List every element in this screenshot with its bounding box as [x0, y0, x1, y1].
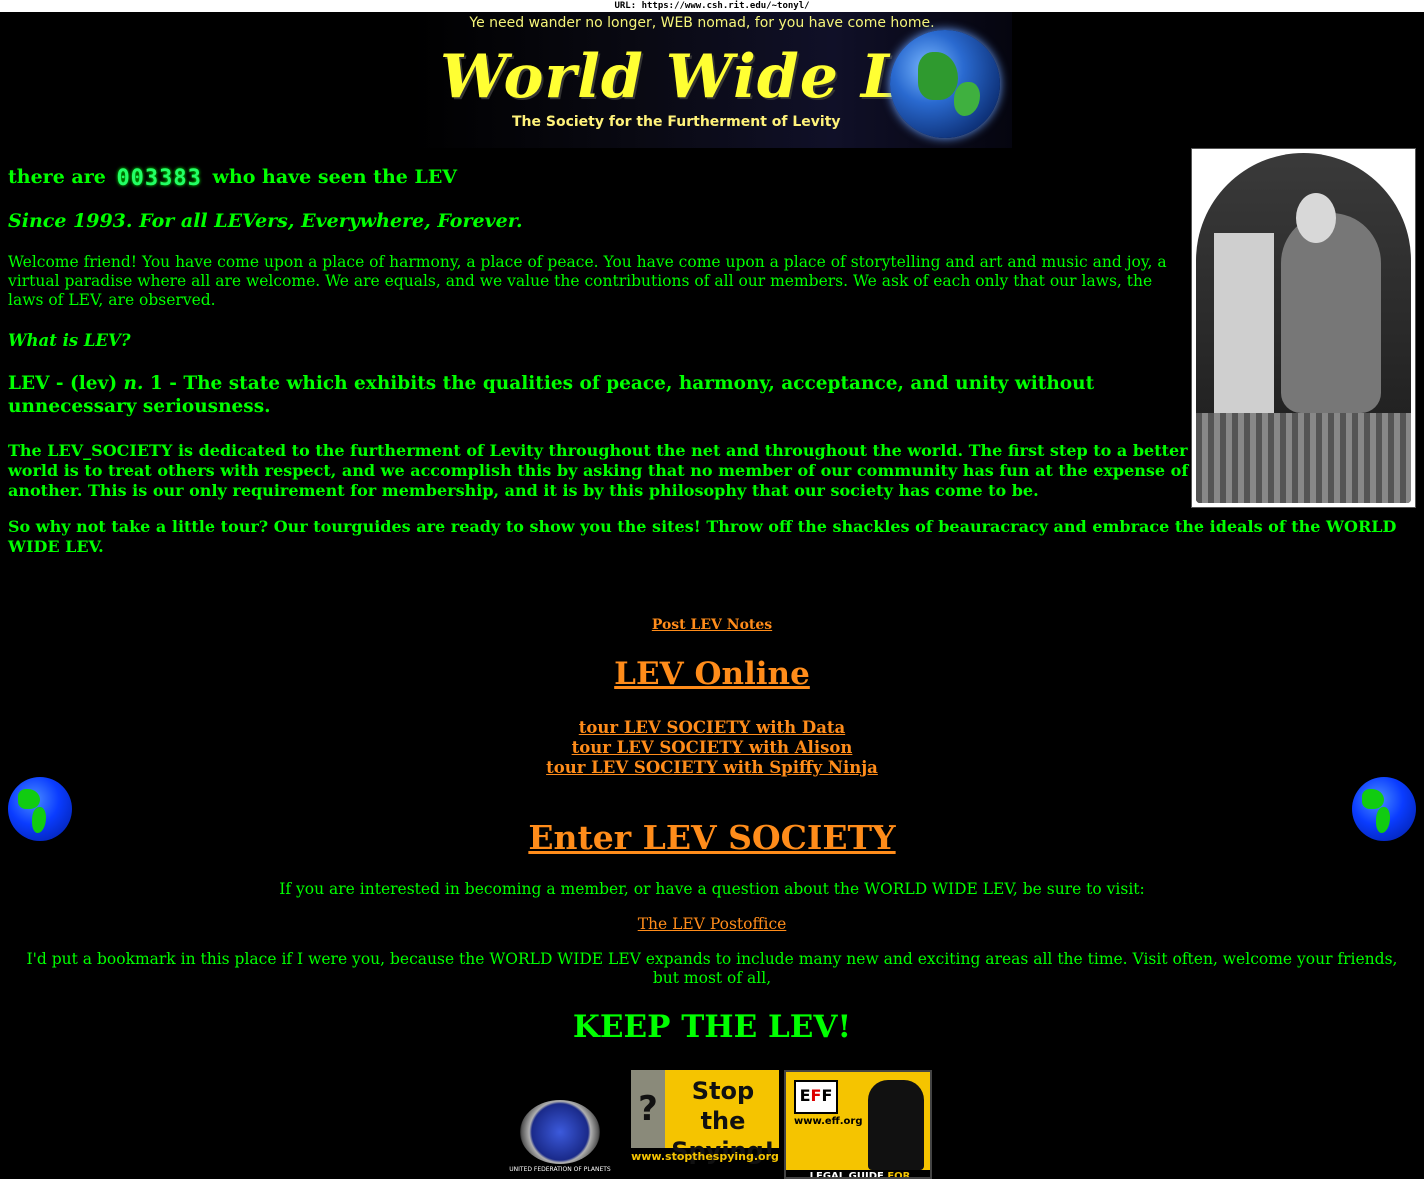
tour-intro: So why not take a little tour? Our tourg…: [8, 517, 1397, 556]
tour-alison-link[interactable]: tour LEV SOCIETY with Alison: [572, 738, 853, 757]
engraving-arch: [1196, 153, 1411, 503]
visitor-count-line: there are 003383 who have seen the LEV: [8, 166, 457, 191]
stop-the-spying-badge[interactable]: ? Stop the Spying! www.stopthespying.org: [631, 1070, 779, 1168]
ufp-badge[interactable]: UNITED FEDERATION OF PLANETS: [496, 1096, 624, 1179]
banner-tagline-bottom: The Society for the Furtherment of Levit…: [512, 114, 841, 130]
scribe-engraving-image: [1191, 148, 1416, 508]
url-bar: URL: https://www.csh.rit.edu/~tonyl/: [0, 0, 1424, 12]
tour-spiffy-ninja-link[interactable]: tour LEV SOCIETY with Spiffy Ninja: [546, 758, 878, 777]
ufp-label: UNITED FEDERATION OF PLANETS: [509, 1166, 611, 1173]
url-bar-label: URL:: [614, 1, 637, 11]
definition-pos: n.: [123, 373, 144, 394]
tour-links: tour LEV SOCIETY with Data tour LEV SOCI…: [0, 718, 1424, 778]
post-lev-notes-link[interactable]: Post LEV Notes: [652, 617, 772, 633]
definition-term: LEV - (lev): [8, 373, 118, 394]
engraving-desk: [1214, 233, 1274, 423]
url-bar-value: https://www.csh.rit.edu/~tonyl/: [641, 1, 810, 11]
engraving-figure: [1281, 213, 1381, 413]
bookmark-paragraph: I'd put a bookmark in this place if I we…: [26, 950, 1398, 987]
ufp-seal-icon: [520, 1100, 600, 1164]
globe-icon: [890, 30, 1000, 138]
banner-tagline-top: Ye need wander no longer, WEB nomad, for…: [469, 15, 935, 31]
post-notes-wrap: Post LEV Notes: [0, 617, 1424, 633]
ear-icon: ?: [631, 1070, 665, 1148]
eff-legal-guide-badge[interactable]: EFF www.eff.org LEGAL GUIDE FOR BLOGGERS: [784, 1070, 932, 1179]
enter-lev-society-link[interactable]: Enter LEV SOCIETY: [528, 818, 895, 857]
spy-badge-url: www.stopthespying.org: [631, 1150, 779, 1163]
tour-data-link[interactable]: tour LEV SOCIETY with Data: [579, 718, 845, 737]
what-is-heading: What is LEV?: [8, 331, 131, 350]
eff-footer-a: LEGAL GUIDE: [809, 1171, 884, 1179]
engraving-head: [1296, 193, 1336, 243]
lev-definition: LEV - (lev) n. 1 - The state which exhib…: [8, 372, 1168, 418]
lev-online-link[interactable]: LEV Online: [614, 656, 810, 692]
counter-suffix: who have seen the LEV: [212, 166, 458, 188]
lev-postoffice-link[interactable]: The LEV Postoffice: [638, 915, 787, 933]
enter-society-wrap: Enter LEV SOCIETY: [0, 818, 1424, 857]
eff-footer: LEGAL GUIDE FOR BLOGGERS: [786, 1170, 930, 1179]
blogger-figure-icon: [868, 1080, 924, 1170]
keep-the-lev-heading: KEEP THE LEV!: [572, 1009, 852, 1045]
counter-prefix: there are: [8, 166, 106, 188]
hit-counter: 003383: [116, 166, 202, 191]
welcome-paragraph: Welcome friend! You have come upon a pla…: [8, 253, 1167, 309]
eff-logo-icon: EFF: [794, 1080, 838, 1114]
since-heading: Since 1993. For all LEVers, Everywhere, …: [8, 210, 523, 232]
definition-text: 1 - The state which exhibits the qualiti…: [8, 373, 1095, 417]
postoffice-wrap: The LEV Postoffice: [0, 915, 1424, 933]
world-wide-lev-banner: Ye need wander no longer, WEB nomad, for…: [412, 12, 1012, 148]
lev-online-wrap: LEV Online: [0, 656, 1424, 692]
society-dedication: The LEV_SOCIETY is dedicated to the furt…: [8, 441, 1189, 500]
membership-note: If you are interested in becoming a memb…: [279, 880, 1145, 898]
eff-url: www.eff.org: [794, 1116, 863, 1127]
engraving-floor: [1196, 413, 1411, 503]
